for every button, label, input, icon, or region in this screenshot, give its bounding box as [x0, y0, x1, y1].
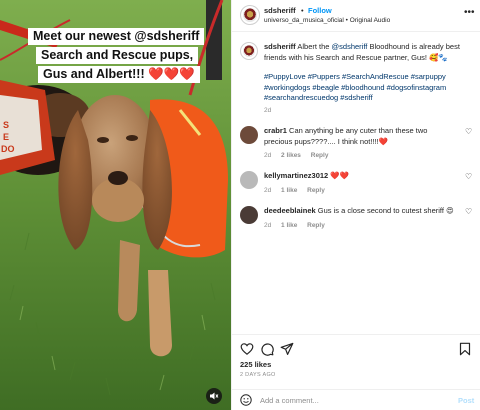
add-comment-bar: Post: [232, 389, 480, 410]
save-bookmark-icon[interactable]: [458, 342, 472, 356]
comment-meta: 2d 1 like Reply: [264, 187, 333, 194]
comment-meta: 2d 1 like Reply: [264, 222, 333, 229]
commenter-avatar[interactable]: [240, 171, 258, 189]
reply-button[interactable]: Reply: [311, 152, 329, 159]
speaker-muted-icon: [210, 392, 219, 400]
more-options-icon[interactable]: •••: [464, 8, 475, 18]
share-send-icon[interactable]: [280, 342, 294, 356]
instagram-post-view: S E DO Meet our newest @sdsheriff Search…: [0, 0, 480, 410]
caption-timestamp: 2d: [264, 107, 272, 114]
comment-text: deedeeblainek Gus is a close second to c…: [264, 206, 454, 217]
comment-age: 2d: [264, 187, 272, 194]
comment-age: 2d: [264, 152, 272, 159]
post-comment-button[interactable]: Post: [458, 396, 474, 405]
comment-item: deedeeblainek Gus is a close second to c…: [240, 206, 472, 240]
like-comment-heart-icon[interactable]: ♡: [465, 208, 472, 216]
comment-username[interactable]: deedeeblainek: [264, 206, 316, 215]
comment-body: Gus is a close second to cutest sheriff …: [315, 206, 454, 215]
comment-username[interactable]: kellymartinez3012: [264, 171, 328, 180]
caption-avatar[interactable]: [240, 42, 258, 60]
overlay-line-1: Meet our newest @sdsheriff: [28, 28, 205, 45]
like-comment-heart-icon[interactable]: ♡: [465, 128, 472, 136]
comment-age: 2d: [264, 222, 272, 229]
caption-mention-link[interactable]: @sdsheriff: [332, 42, 368, 51]
comment-body: ❤️❤️: [328, 171, 349, 180]
post-details-panel: sdsheriff • Follow universo_da_musica_of…: [231, 0, 480, 410]
post-actions: 225 likes 2 DAYS AGO: [232, 334, 480, 388]
mute-button[interactable]: [206, 388, 222, 404]
reply-button[interactable]: Reply: [307, 187, 325, 194]
comment-item: crabr1 Can anything be any cuter than th…: [240, 126, 472, 160]
svg-text:S: S: [3, 120, 9, 130]
caption-text: sdsheriff Albert the @sdsheriff Bloodhou…: [264, 42, 472, 63]
author-avatar[interactable]: [240, 5, 260, 25]
svg-text:E: E: [3, 132, 9, 142]
likes-count[interactable]: 225 likes: [240, 360, 271, 369]
post-date: 2 DAYS AGO: [240, 372, 276, 378]
add-comment-input[interactable]: [260, 393, 450, 407]
comment-likes[interactable]: 1 like: [281, 187, 297, 194]
video-text-overlay: Meet our newest @sdsheriff Search and Re…: [28, 28, 228, 85]
overlay-line-2: Search and Rescue pups,: [36, 47, 199, 64]
comment-text: crabr1 Can anything be any cuter than th…: [264, 126, 454, 147]
like-heart-icon[interactable]: [240, 342, 254, 356]
audio-attribution[interactable]: universo_da_musica_oficial • Original Au…: [264, 17, 390, 24]
commenter-avatar[interactable]: [240, 126, 258, 144]
caption-username[interactable]: sdsheriff: [264, 42, 296, 51]
comment-item: kellymartinez3012 ❤️❤️ 2d 1 like Reply ♡: [240, 171, 472, 205]
overlay-line-3: Gus and Albert!!! ❤️❤️❤️: [38, 66, 200, 83]
caption-text-part-1: Albert the: [295, 42, 332, 51]
like-comment-heart-icon[interactable]: ♡: [465, 173, 472, 181]
comment-likes[interactable]: 1 like: [281, 222, 297, 229]
comment-text: kellymartinez3012 ❤️❤️: [264, 171, 454, 182]
comment-meta: 2d 2 likes Reply: [264, 152, 336, 159]
separator-dot: •: [301, 6, 304, 15]
post-header: sdsheriff • Follow universo_da_musica_of…: [232, 0, 480, 32]
comment-body: Can anything be any cuter than these two…: [264, 126, 428, 146]
follow-button[interactable]: Follow: [308, 6, 332, 15]
caption-hashtags[interactable]: #PuppyLove #Puppers #SearchAndRescue #sa…: [264, 72, 472, 104]
vest-text: DO: [1, 144, 15, 154]
reply-button[interactable]: Reply: [307, 222, 325, 229]
emoji-smiley-icon[interactable]: [240, 394, 252, 406]
commenter-avatar[interactable]: [240, 206, 258, 224]
author-username[interactable]: sdsheriff: [264, 6, 296, 15]
comment-likes[interactable]: 2 likes: [281, 152, 301, 159]
post-video[interactable]: S E DO Meet our newest @sdsheriff Search…: [0, 0, 231, 410]
comment-bubble-icon[interactable]: [260, 342, 274, 356]
comment-username[interactable]: crabr1: [264, 126, 287, 135]
